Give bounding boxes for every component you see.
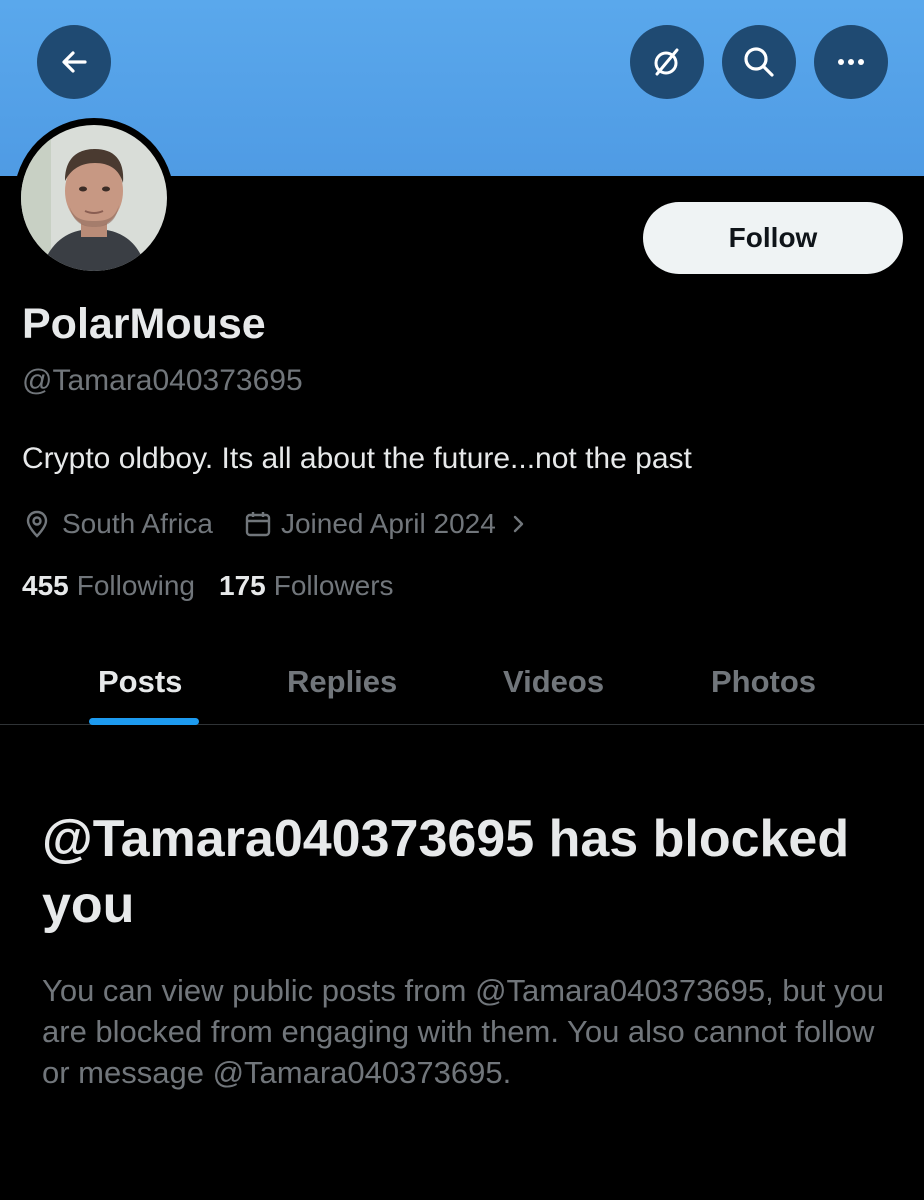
tab-posts[interactable]: Posts	[98, 640, 182, 724]
search-button[interactable]	[722, 25, 796, 99]
location-text: South Africa	[62, 508, 213, 539]
following-count: 455	[22, 570, 69, 601]
joined-text: Joined April 2024	[280, 508, 496, 539]
location-item: South Africa	[22, 508, 213, 540]
search-icon	[744, 47, 774, 77]
following-stat[interactable]: 455 Following	[22, 570, 195, 602]
avatar-image	[21, 125, 167, 271]
grok-icon	[654, 48, 679, 76]
profile-meta: South Africa Joined April 2024	[22, 504, 530, 544]
following-label: Following	[76, 570, 195, 601]
calendar-icon	[245, 512, 271, 537]
profile-handle: @Tamara040373695	[22, 364, 303, 397]
follow-button[interactable]: Follow	[643, 202, 903, 274]
chevron-right-icon	[513, 515, 524, 533]
blocked-title: @Tamara040373695 has blocked you	[42, 810, 850, 934]
followers-label: Followers	[273, 570, 394, 601]
back-button[interactable]	[37, 25, 111, 99]
more-button[interactable]	[814, 25, 888, 99]
profile-tabs: Posts Replies Videos Photos	[0, 640, 924, 725]
active-tab-indicator	[89, 718, 199, 725]
profile-bio: Crypto oldboy. Its all about the future.…	[22, 442, 692, 475]
display-name: PolarMouse	[22, 300, 266, 348]
location-pin-icon	[26, 510, 48, 538]
profile-stats: 455 Following 175 Followers	[22, 570, 394, 602]
tab-videos[interactable]: Videos	[503, 640, 604, 724]
tab-replies[interactable]: Replies	[287, 640, 397, 724]
blocked-message: You can view public posts from @Tamara04…	[42, 973, 884, 1090]
arrow-left-icon	[62, 51, 87, 73]
joined-item[interactable]: Joined April 2024	[243, 508, 530, 540]
followers-stat[interactable]: 175 Followers	[219, 570, 394, 602]
avatar[interactable]	[14, 118, 174, 278]
grok-button[interactable]	[630, 25, 704, 99]
tab-photos[interactable]: Photos	[711, 640, 816, 724]
followers-count: 175	[219, 570, 266, 601]
more-icon	[838, 59, 864, 65]
